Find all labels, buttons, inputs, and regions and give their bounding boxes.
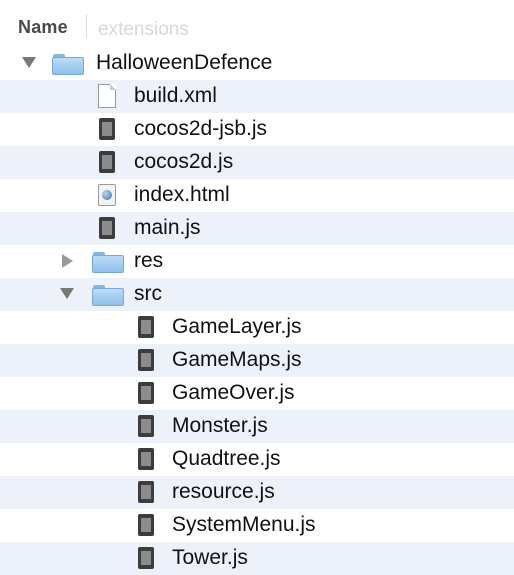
- javascript-file-icon: [138, 415, 154, 437]
- row-label: cocos2d.js: [134, 150, 234, 173]
- folder-icon: [52, 54, 84, 75]
- row-label: src: [134, 282, 162, 305]
- disclosure-closed-icon[interactable]: [62, 254, 73, 268]
- tree-row-root[interactable]: HalloweenDefence: [0, 47, 514, 80]
- disclosure-open-icon[interactable]: [60, 288, 74, 299]
- column-header: Name extensions: [0, 0, 514, 44]
- row-label: SystemMenu.js: [172, 513, 316, 536]
- javascript-file-icon: [138, 382, 154, 404]
- row-label: resource.js: [172, 480, 275, 503]
- row-label: GameMaps.js: [172, 348, 302, 371]
- row-label: Monster.js: [172, 414, 268, 437]
- html-file-icon: [98, 184, 116, 206]
- tree-row-index-html[interactable]: index.html: [0, 179, 514, 212]
- row-label: res: [134, 249, 164, 272]
- row-label: Tower.js: [172, 546, 248, 569]
- row-label: HalloweenDefence: [96, 51, 273, 74]
- tree-row-cocos2d-jsb[interactable]: cocos2d-jsb.js: [0, 113, 514, 146]
- tree-row-main-js[interactable]: main.js: [0, 212, 514, 245]
- extensions-column-header[interactable]: extensions: [98, 19, 189, 41]
- folder-icon: [92, 252, 124, 273]
- finder-list-view: Name extensions HalloweenDefence build.x…: [0, 0, 514, 575]
- row-label: index.html: [134, 183, 230, 206]
- tree-row-res-folder[interactable]: res: [0, 245, 514, 278]
- tree-row-systemmenu[interactable]: SystemMenu.js: [0, 509, 514, 542]
- javascript-file-icon: [99, 118, 115, 140]
- tree-row-monster[interactable]: Monster.js: [0, 410, 514, 443]
- row-label: GameLayer.js: [172, 315, 302, 338]
- document-icon: [98, 84, 116, 108]
- tree-row-cocos2d[interactable]: cocos2d.js: [0, 146, 514, 179]
- tree-row-build-xml[interactable]: build.xml: [0, 80, 514, 113]
- column-divider[interactable]: [86, 14, 87, 38]
- javascript-file-icon: [138, 349, 154, 371]
- javascript-file-icon: [138, 481, 154, 503]
- tree-row-quadtree[interactable]: Quadtree.js: [0, 443, 514, 476]
- tree-row-tower[interactable]: Tower.js: [0, 542, 514, 575]
- javascript-file-icon: [138, 448, 154, 470]
- tree-row-src-folder[interactable]: src: [0, 278, 514, 311]
- row-label: Quadtree.js: [172, 447, 281, 470]
- javascript-file-icon: [99, 151, 115, 173]
- row-label: main.js: [134, 216, 201, 239]
- row-label: build.xml: [134, 84, 217, 107]
- javascript-file-icon: [138, 316, 154, 338]
- disclosure-open-icon[interactable]: [22, 57, 36, 68]
- row-label: GameOver.js: [172, 381, 295, 404]
- folder-icon: [92, 285, 124, 306]
- tree-row-gamemaps[interactable]: GameMaps.js: [0, 344, 514, 377]
- javascript-file-icon: [138, 547, 154, 569]
- javascript-file-icon: [99, 217, 115, 239]
- javascript-file-icon: [138, 514, 154, 536]
- tree-row-gameover[interactable]: GameOver.js: [0, 377, 514, 410]
- tree-row-gamelayer[interactable]: GameLayer.js: [0, 311, 514, 344]
- name-column-header[interactable]: Name: [18, 17, 68, 38]
- tree-row-resource[interactable]: resource.js: [0, 476, 514, 509]
- row-label: cocos2d-jsb.js: [134, 117, 268, 140]
